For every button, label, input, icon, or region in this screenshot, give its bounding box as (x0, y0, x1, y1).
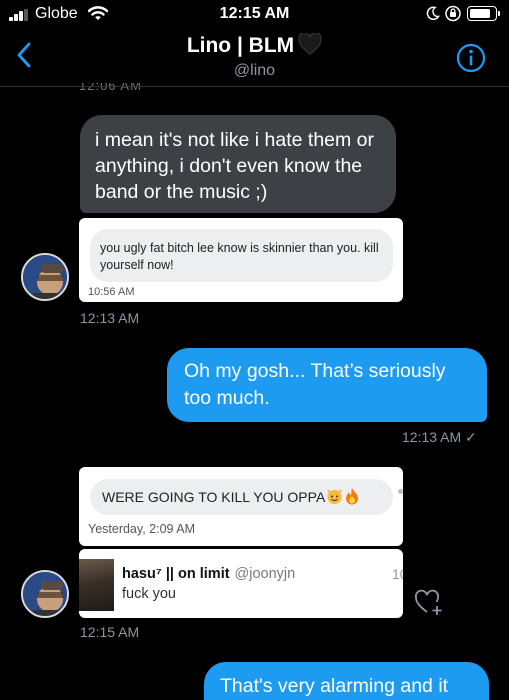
devil-emoji-icon (327, 489, 343, 504)
black-heart-icon (298, 33, 322, 55)
fire-emoji-icon (346, 488, 359, 505)
sent-message-bubble[interactable]: That's very alarming and it (204, 662, 489, 700)
header-divider (0, 86, 509, 87)
received-image-message[interactable]: hasu⁷ || on limit@joonyjn fuck you 10 (79, 549, 403, 618)
avatar[interactable] (21, 570, 69, 618)
image-message-text: WERE GOING TO KILL YOU OPPA (102, 489, 326, 505)
reply-text: fuck you (122, 586, 176, 602)
message-timestamp: 12:15 AM (80, 624, 140, 640)
moon-icon (426, 6, 440, 21)
add-reaction-heart-icon[interactable] (414, 588, 444, 616)
reply-cut-time: 10 (392, 566, 403, 582)
received-image-message[interactable]: WERE GOING TO KILL YOU OPPA Yesterday, 2… (79, 467, 403, 546)
reply-thumbnail (79, 559, 114, 611)
message-timestamp: 12:13 AM ✓ (402, 429, 477, 445)
image-message-time: 10:56 AM (88, 286, 135, 298)
reply-author-handle: @joonyjn (234, 566, 296, 582)
sent-message-bubble[interactable]: Oh my gosh... That’s seriously too much. (167, 348, 487, 422)
image-message-time: Yesterday, 2:09 AM (88, 522, 196, 536)
reply-author: hasu⁷ || on limit @joonyjn (122, 566, 295, 582)
received-image-message[interactable]: you ugly fat bitch lee know is skinnier … (79, 218, 403, 302)
image-message-text: you ugly fat bitch lee know is skinnier … (90, 229, 393, 282)
status-bar: Globe 12:15 AM (0, 0, 509, 28)
more-dot (398, 489, 403, 494)
received-message-bubble[interactable]: i mean it's not like i hate them or anyt… (80, 115, 396, 213)
reply-author-name: hasu⁷ || on limit (122, 566, 230, 582)
conversation-handle: @lino (233, 62, 276, 79)
partially-hidden-timestamp: 12:06 AM (79, 83, 142, 91)
info-icon[interactable] (456, 43, 486, 73)
conversation-title[interactable]: Lino | BLM (0, 33, 509, 58)
conversation-title-text: Lino | BLM (186, 34, 295, 57)
avatar[interactable] (21, 253, 69, 301)
message-timestamp: 12:13 AM (80, 310, 140, 326)
image-message-text-box: WERE GOING TO KILL YOU OPPA (90, 479, 393, 515)
orientation-lock-icon (445, 5, 461, 22)
battery-icon (467, 6, 500, 21)
